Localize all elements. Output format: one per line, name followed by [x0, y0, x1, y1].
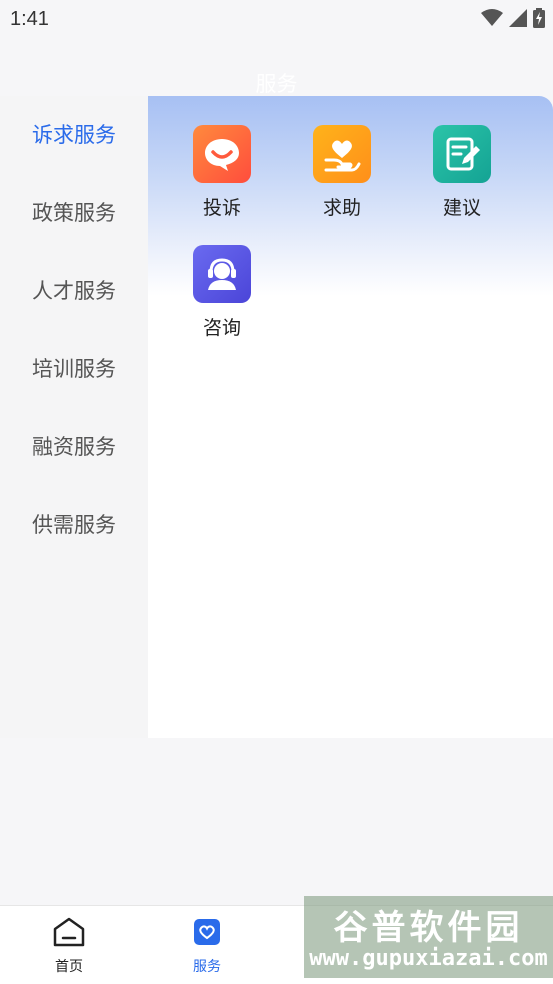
watermark-title: 谷普软件园 [333, 908, 524, 948]
note-edit-icon [433, 125, 491, 183]
tab-home[interactable]: 首页 [24, 916, 114, 976]
home-icon [53, 917, 85, 947]
heart-bag-icon [194, 919, 220, 945]
status-time: 1:41 [10, 8, 49, 30]
suggestion-label: 建议 [442, 197, 481, 219]
sidebar-item-supply-demand[interactable]: 供需服务 [0, 505, 148, 545]
status-icons [481, 8, 545, 28]
status-bar: 1:41 [0, 0, 553, 40]
tab-service[interactable]: 服务 [162, 916, 252, 976]
service-category-sidebar: 诉求服务 政策服务 人才服务 培训服务 融资服务 供需服务 [0, 96, 148, 738]
sidebar-item-talent[interactable]: 人才服务 [0, 271, 148, 311]
sidebar-item-training[interactable]: 培训服务 [0, 349, 148, 389]
headset-person-icon [193, 245, 251, 303]
help-tile[interactable]: 求助 [292, 125, 392, 220]
help-label: 求助 [322, 197, 361, 219]
consult-label: 咨询 [202, 317, 241, 339]
battery-icon [533, 8, 545, 28]
watermark: 谷普软件园 www.gupuxiazai.com [304, 896, 553, 978]
service-panel: 投诉 求助 建议 咨询 [148, 96, 553, 738]
complaint-tile[interactable]: 投诉 [172, 125, 272, 220]
sidebar-item-appeal[interactable]: 诉求服务 [0, 115, 148, 155]
complaint-label: 投诉 [202, 197, 241, 219]
signal-icon [509, 9, 527, 27]
sidebar-item-financing[interactable]: 融资服务 [0, 427, 148, 467]
heart-hand-icon [313, 125, 371, 183]
wifi-icon [481, 9, 503, 26]
chat-smile-icon [193, 125, 251, 183]
tab-service-label: 服务 [193, 959, 221, 975]
suggestion-tile[interactable]: 建议 [412, 125, 512, 220]
consult-tile[interactable]: 咨询 [172, 245, 272, 340]
watermark-url: www.gupuxiazai.com [309, 946, 548, 971]
sidebar-item-policy[interactable]: 政策服务 [0, 193, 148, 233]
tab-home-label: 首页 [55, 959, 83, 975]
page-title: 服务 [255, 72, 298, 96]
